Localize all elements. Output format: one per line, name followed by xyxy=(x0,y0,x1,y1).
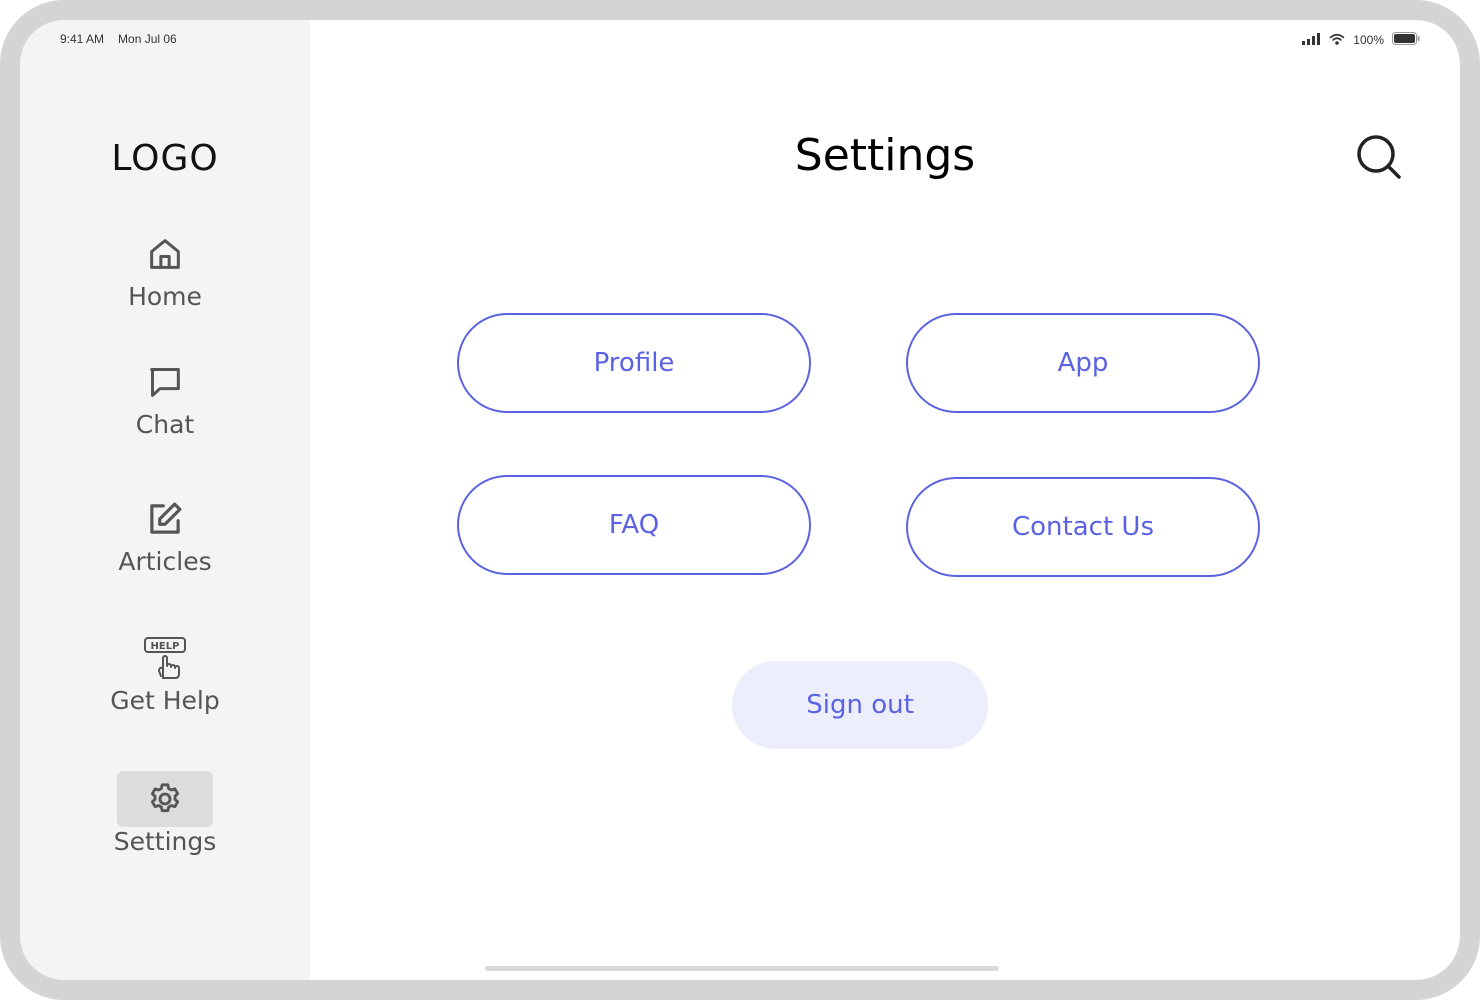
profile-button[interactable]: Profile xyxy=(457,313,811,413)
chat-bubble-icon xyxy=(117,354,213,410)
edit-note-icon xyxy=(117,491,213,547)
sidebar-item-home[interactable]: Home xyxy=(20,226,310,311)
home-indicator xyxy=(485,966,999,971)
signal-icon xyxy=(1301,32,1321,48)
sidebar-item-chat[interactable]: Chat xyxy=(20,354,310,439)
sidebar-item-label: Articles xyxy=(118,547,212,576)
wifi-icon xyxy=(1329,33,1345,48)
sidebar-item-label: Get Help xyxy=(110,686,220,715)
search-button[interactable] xyxy=(1354,132,1404,182)
status-time: 9:41 AM xyxy=(60,32,105,46)
screen: 9:41 AM Mon Jul 06 LOGO Home Chat Articl… xyxy=(20,20,1460,980)
app-button[interactable]: App xyxy=(906,313,1260,413)
sidebar: 9:41 AM Mon Jul 06 LOGO Home Chat Articl… xyxy=(20,20,310,980)
sign-out-button[interactable]: Sign out xyxy=(732,661,988,749)
status-bar-left: 9:41 AM Mon Jul 06 xyxy=(60,32,177,46)
sidebar-item-label: Settings xyxy=(113,827,217,856)
home-icon xyxy=(117,226,213,282)
contact-us-button[interactable]: Contact Us xyxy=(906,477,1260,577)
battery-icon xyxy=(1392,32,1420,48)
faq-button[interactable]: FAQ xyxy=(457,475,811,575)
page-title: Settings xyxy=(794,130,976,181)
status-bar-right: 100% xyxy=(1301,32,1420,48)
sidebar-item-settings[interactable]: Settings xyxy=(20,771,310,856)
sidebar-item-label: Home xyxy=(128,282,202,311)
logo: LOGO xyxy=(111,138,219,179)
search-icon xyxy=(1354,135,1404,186)
sidebar-item-label: Chat xyxy=(135,410,195,439)
gear-icon xyxy=(117,771,213,827)
battery-percent: 100% xyxy=(1353,33,1384,47)
status-date: Mon Jul 06 xyxy=(118,32,177,46)
help-sign-icon: HELP xyxy=(117,630,213,686)
sidebar-item-articles[interactable]: Articles xyxy=(20,491,310,576)
tablet-frame: 9:41 AM Mon Jul 06 LOGO Home Chat Articl… xyxy=(0,0,1480,1000)
sidebar-item-get-help[interactable]: HELP Get Help xyxy=(20,630,310,715)
svg-text:HELP: HELP xyxy=(151,641,180,652)
